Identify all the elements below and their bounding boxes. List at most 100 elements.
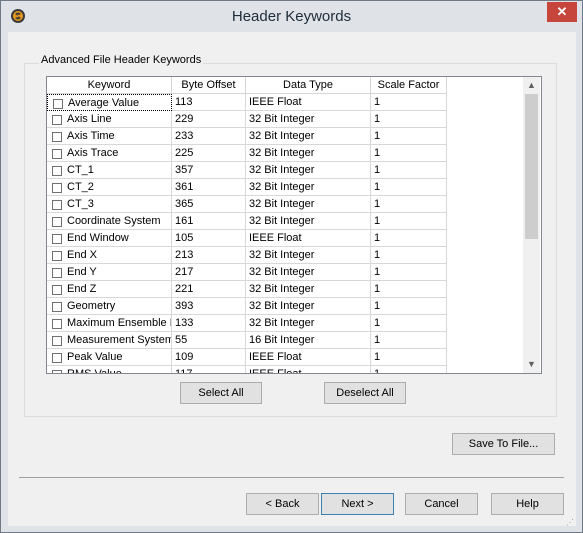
next-button[interactable]: Next > [321, 493, 394, 515]
close-button[interactable]: ✕ [547, 2, 577, 22]
keyword-cell[interactable]: Measurement System [47, 332, 172, 349]
byte-offset-cell[interactable]: 55 [172, 332, 246, 349]
keyword-cell[interactable]: Coordinate System [47, 213, 172, 230]
scale-factor-cell[interactable]: 1 [371, 332, 447, 349]
row-checkbox[interactable] [52, 353, 62, 363]
byte-offset-cell[interactable]: 361 [172, 179, 246, 196]
scale-factor-cell[interactable]: 1 [371, 145, 447, 162]
data-type-cell[interactable]: 32 Bit Integer▼ [246, 315, 371, 332]
data-type-cell[interactable]: 32 Bit Integer▼ [246, 213, 371, 230]
byte-offset-cell[interactable]: 225 [172, 145, 246, 162]
help-button[interactable]: Help [491, 493, 564, 515]
select-all-button[interactable]: Select All [180, 382, 262, 404]
byte-offset-cell[interactable]: 117 [172, 366, 246, 373]
data-type-cell[interactable]: 32 Bit Integer▼ [246, 145, 371, 162]
table-row[interactable]: Measurement System5516 Bit Integer▼1 [47, 332, 523, 349]
column-header-byte-offset[interactable]: Byte Offset [172, 77, 246, 94]
data-type-cell[interactable]: IEEE Float▼ [246, 94, 371, 111]
data-type-cell[interactable]: IEEE Float▼ [246, 366, 371, 373]
scale-factor-cell[interactable]: 1 [371, 281, 447, 298]
keyword-cell[interactable]: End X [47, 247, 172, 264]
cancel-button[interactable]: Cancel [405, 493, 478, 515]
row-checkbox[interactable] [52, 285, 62, 295]
row-checkbox[interactable] [52, 234, 62, 244]
column-header-data-type[interactable]: Data Type [246, 77, 371, 94]
data-type-cell[interactable]: 32 Bit Integer▼ [246, 128, 371, 145]
save-to-file-button[interactable]: Save To File... [452, 433, 555, 455]
deselect-all-button[interactable]: Deselect All [324, 382, 406, 404]
byte-offset-cell[interactable]: 357 [172, 162, 246, 179]
scale-factor-cell[interactable]: 1 [371, 196, 447, 213]
resize-grip-icon[interactable]: ⋰ [566, 518, 576, 528]
byte-offset-cell[interactable]: 365 [172, 196, 246, 213]
scroll-up-icon[interactable]: ▲ [523, 77, 540, 94]
table-row[interactable]: CT_2 36132 Bit Integer▼1 [47, 179, 523, 196]
table-row[interactable]: CT_1 35732 Bit Integer▼1 [47, 162, 523, 179]
keyword-cell[interactable]: Maximum Ensemble N [47, 315, 172, 332]
row-checkbox[interactable] [52, 302, 62, 312]
table-row[interactable]: End Y 21732 Bit Integer▼1 [47, 264, 523, 281]
keyword-cell[interactable]: CT_2 [47, 179, 172, 196]
table-row[interactable]: Peak Value 109IEEE Float▼1 [47, 349, 523, 366]
table-row[interactable]: Coordinate System 16132 Bit Integer▼1 [47, 213, 523, 230]
byte-offset-cell[interactable]: 105 [172, 230, 246, 247]
byte-offset-cell[interactable]: 109 [172, 349, 246, 366]
scroll-thumb[interactable] [525, 94, 538, 239]
back-button[interactable]: < Back [246, 493, 319, 515]
row-checkbox[interactable] [53, 99, 63, 109]
row-checkbox[interactable] [52, 268, 62, 278]
keyword-cell[interactable]: End Window [47, 230, 172, 247]
row-checkbox[interactable] [52, 251, 62, 261]
keyword-cell[interactable]: Axis Trace [47, 145, 172, 162]
byte-offset-cell[interactable]: 113 [172, 94, 246, 111]
row-checkbox[interactable] [52, 115, 62, 125]
row-checkbox[interactable] [52, 149, 62, 159]
table-row[interactable]: Average Value 113IEEE Float▼1 [47, 94, 523, 111]
data-type-cell[interactable]: 32 Bit Integer▼ [246, 179, 371, 196]
data-type-cell[interactable]: IEEE Float▼ [246, 230, 371, 247]
table-row[interactable]: Axis Line 22932 Bit Integer▼1 [47, 111, 523, 128]
data-type-cell[interactable]: 32 Bit Integer▼ [246, 196, 371, 213]
scale-factor-cell[interactable]: 1 [371, 128, 447, 145]
row-checkbox[interactable] [52, 200, 62, 210]
data-type-cell[interactable]: 16 Bit Integer▼ [246, 332, 371, 349]
data-type-cell[interactable]: 32 Bit Integer▼ [246, 298, 371, 315]
byte-offset-cell[interactable]: 233 [172, 128, 246, 145]
keyword-cell[interactable]: Average Value [47, 94, 172, 111]
keyword-cell[interactable]: Axis Time [47, 128, 172, 145]
scale-factor-cell[interactable]: 1 [371, 230, 447, 247]
keyword-cell[interactable]: RMS Value [47, 366, 172, 373]
keyword-cell[interactable]: End Z [47, 281, 172, 298]
scale-factor-cell[interactable]: 1 [371, 366, 447, 373]
table-row[interactable]: Geometry 39332 Bit Integer▼1 [47, 298, 523, 315]
row-checkbox[interactable] [52, 370, 62, 373]
column-header-keyword[interactable]: Keyword [47, 77, 172, 94]
data-type-cell[interactable]: 32 Bit Integer▼ [246, 264, 371, 281]
keyword-cell[interactable]: Geometry [47, 298, 172, 315]
scale-factor-cell[interactable]: 1 [371, 213, 447, 230]
data-type-cell[interactable]: 32 Bit Integer▼ [246, 162, 371, 179]
keyword-cell[interactable]: Peak Value [47, 349, 172, 366]
row-checkbox[interactable] [52, 217, 62, 227]
byte-offset-cell[interactable]: 161 [172, 213, 246, 230]
table-row[interactable]: End X 21332 Bit Integer▼1 [47, 247, 523, 264]
byte-offset-cell[interactable]: 213 [172, 247, 246, 264]
byte-offset-cell[interactable]: 217 [172, 264, 246, 281]
data-type-cell[interactable]: 32 Bit Integer▼ [246, 247, 371, 264]
table-row[interactable]: Axis Trace 22532 Bit Integer▼1 [47, 145, 523, 162]
row-checkbox[interactable] [52, 132, 62, 142]
scale-factor-cell[interactable]: 1 [371, 247, 447, 264]
row-checkbox[interactable] [52, 336, 62, 346]
byte-offset-cell[interactable]: 221 [172, 281, 246, 298]
row-checkbox[interactable] [52, 183, 62, 193]
byte-offset-cell[interactable]: 133 [172, 315, 246, 332]
table-row[interactable]: CT_3 36532 Bit Integer▼1 [47, 196, 523, 213]
scale-factor-cell[interactable]: 1 [371, 111, 447, 128]
scale-factor-cell[interactable]: 1 [371, 94, 447, 111]
scroll-down-icon[interactable]: ▼ [523, 356, 540, 373]
scale-factor-cell[interactable]: 1 [371, 298, 447, 315]
scale-factor-cell[interactable]: 1 [371, 349, 447, 366]
scale-factor-cell[interactable]: 1 [371, 162, 447, 179]
table-row[interactable]: RMS Value 117IEEE Float▼1 [47, 366, 523, 373]
table-row[interactable]: End Z 22132 Bit Integer▼1 [47, 281, 523, 298]
